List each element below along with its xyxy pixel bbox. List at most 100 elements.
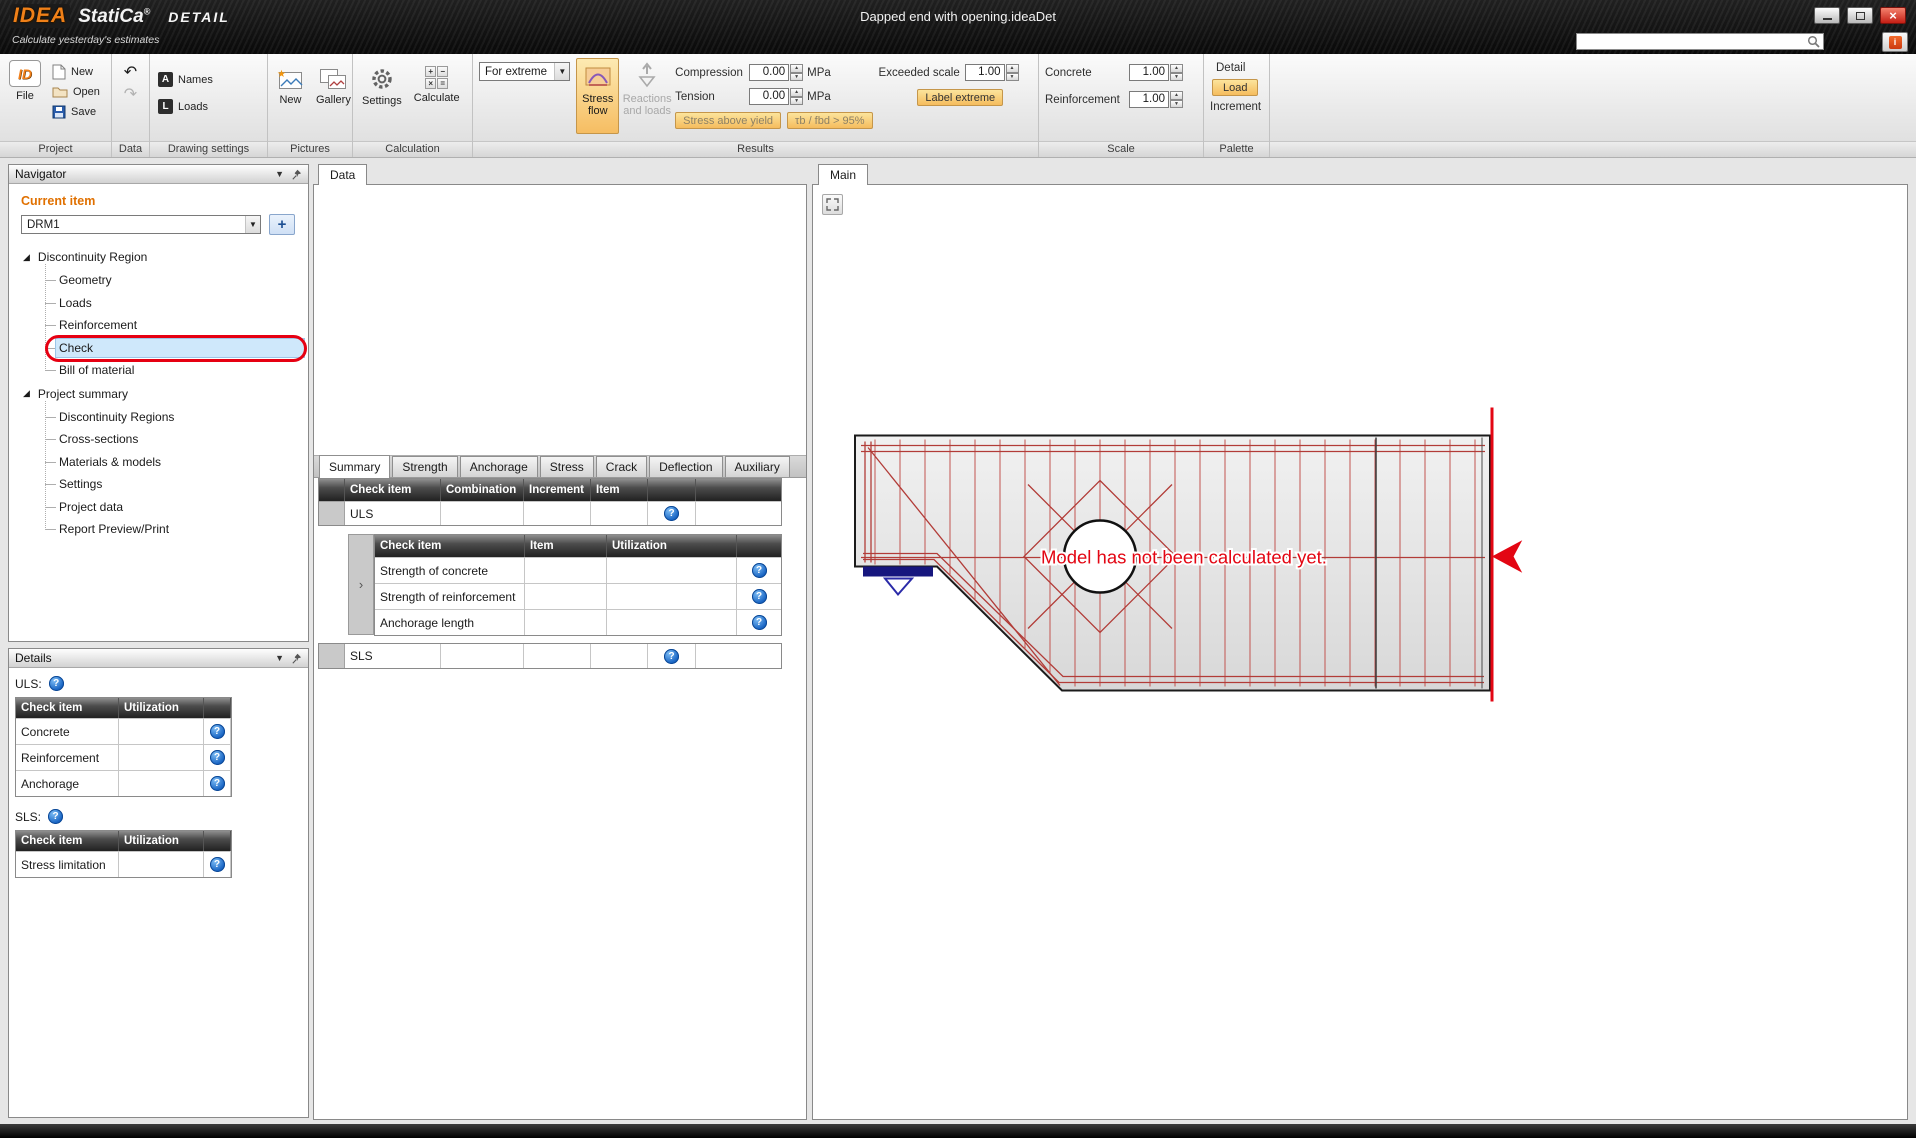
sls-row[interactable]: SLS bbox=[345, 644, 441, 668]
tree-item-materials-models[interactable]: Materials & models bbox=[9, 451, 308, 474]
tab-strength[interactable]: Strength bbox=[392, 456, 457, 477]
tree-item-discontinuity-regions[interactable]: Discontinuity Regions bbox=[9, 406, 308, 429]
uls-row[interactable]: ULS bbox=[345, 501, 441, 525]
help-icon[interactable]: ? bbox=[210, 750, 225, 765]
help-icon[interactable]: ? bbox=[210, 857, 225, 872]
stress-flow-toggle[interactable]: Stress flow bbox=[576, 58, 619, 134]
tree-item-report-preview-print[interactable]: Report Preview/Print bbox=[9, 518, 308, 541]
table-row[interactable]: Strength of concrete bbox=[375, 557, 525, 583]
reinforcement-scale-stepper[interactable]: 1.00▲▼ bbox=[1129, 91, 1183, 108]
help-icon[interactable]: ? bbox=[664, 506, 679, 521]
settings-button[interactable]: Settings bbox=[359, 64, 405, 137]
names-icon: A bbox=[158, 72, 173, 87]
undo-icon[interactable]: ↶ bbox=[119, 64, 143, 82]
details-collapse-icon[interactable]: ▼ bbox=[275, 653, 284, 663]
tab-auxiliary[interactable]: Auxiliary bbox=[725, 456, 790, 477]
help-icon[interactable]: ? bbox=[48, 809, 63, 824]
tree-item-cross-sections[interactable]: Cross-sections bbox=[9, 428, 308, 451]
names-toggle[interactable]: A Names bbox=[156, 70, 215, 89]
row-expander[interactable]: › bbox=[348, 534, 374, 635]
reactions-loads-toggle[interactable]: Reactions and loads bbox=[625, 58, 669, 134]
palette-load-option[interactable]: Load bbox=[1212, 79, 1258, 96]
details-pin-icon[interactable] bbox=[292, 653, 302, 664]
new-project-button[interactable]: New bbox=[50, 62, 102, 81]
help-icon[interactable]: ? bbox=[210, 776, 225, 791]
table-row[interactable]: Strength of reinforcement bbox=[375, 583, 525, 609]
info-button[interactable]: i bbox=[1882, 32, 1908, 52]
extreme-dropdown-value: For extreme bbox=[480, 66, 554, 78]
exceeded-scale-stepper[interactable]: 1.00▲▼ bbox=[965, 64, 1019, 81]
add-item-button[interactable]: + bbox=[269, 214, 295, 235]
help-icon[interactable]: ? bbox=[752, 615, 767, 630]
tab-deflection[interactable]: Deflection bbox=[649, 456, 722, 477]
tree-section-project-summary[interactable]: ◢ Project summary bbox=[9, 382, 308, 406]
palette-increment-option[interactable]: Increment bbox=[1210, 101, 1261, 113]
table-row[interactable]: Reinforcement bbox=[16, 744, 119, 770]
column-header bbox=[204, 831, 231, 851]
table-row[interactable]: Anchorage length bbox=[375, 609, 525, 635]
current-item-value: DRM1 bbox=[22, 219, 245, 231]
dropdown-arrow-icon: ▼ bbox=[245, 216, 260, 233]
sls-label: SLS: bbox=[15, 810, 41, 824]
table-row[interactable]: Stress limitation bbox=[16, 851, 119, 877]
search-input[interactable] bbox=[1577, 35, 1807, 48]
group-label-calculation: Calculation bbox=[353, 141, 472, 157]
tab-main[interactable]: Main bbox=[818, 164, 868, 185]
file-button[interactable]: ID File bbox=[6, 58, 44, 137]
tab-anchorage[interactable]: Anchorage bbox=[460, 456, 538, 477]
tree-section-discontinuity-region[interactable]: ◢ Discontinuity Region bbox=[9, 245, 308, 269]
fit-view-button[interactable] bbox=[822, 194, 843, 215]
tab-summary[interactable]: Summary bbox=[319, 455, 390, 478]
tree-item-project-data[interactable]: Project data bbox=[9, 496, 308, 519]
tension-label: Tension bbox=[675, 91, 745, 103]
ribbon-group-results: For extreme ▼ Stress flow Reactions and … bbox=[473, 54, 1039, 157]
tree-item-settings[interactable]: Settings bbox=[9, 473, 308, 496]
palette-detail-option[interactable]: Detail bbox=[1210, 62, 1245, 74]
extreme-dropdown[interactable]: For extreme ▼ bbox=[479, 62, 570, 81]
reinforcement-spin-icons[interactable]: ▲▼ bbox=[1170, 91, 1183, 108]
tree-item-loads[interactable]: Loads bbox=[9, 292, 308, 315]
open-project-button[interactable]: Open bbox=[50, 82, 102, 101]
tree-item-check[interactable]: Check bbox=[9, 337, 308, 360]
calculate-button[interactable]: +−×= Calculate bbox=[411, 64, 463, 137]
minimize-button[interactable] bbox=[1814, 7, 1840, 24]
table-row[interactable]: Anchorage bbox=[16, 770, 119, 796]
tension-spin-icons[interactable]: ▲▼ bbox=[790, 88, 803, 105]
gallery-button[interactable]: Gallery bbox=[313, 66, 354, 137]
table-row[interactable]: Concrete bbox=[16, 718, 119, 744]
concrete-scale-stepper[interactable]: 1.00▲▼ bbox=[1129, 64, 1183, 81]
help-icon[interactable]: ? bbox=[752, 589, 767, 604]
tension-stepper[interactable]: 0.00▲▼ bbox=[749, 88, 803, 105]
structure-drawing-canvas[interactable]: Model has not been calculated yet. bbox=[813, 185, 1907, 1119]
tab-data[interactable]: Data bbox=[318, 164, 367, 185]
maximize-button[interactable] bbox=[1847, 7, 1873, 24]
compression-spin-icons[interactable]: ▲▼ bbox=[790, 64, 803, 81]
current-item-dropdown[interactable]: DRM1 ▼ bbox=[21, 215, 261, 234]
navigator-collapse-icon[interactable]: ▼ bbox=[275, 169, 284, 179]
help-icon[interactable]: ? bbox=[664, 649, 679, 664]
tab-stress[interactable]: Stress bbox=[540, 456, 594, 477]
navigator-pin-icon[interactable] bbox=[292, 169, 302, 180]
maximize-icon bbox=[1856, 12, 1865, 20]
tab-crack[interactable]: Crack bbox=[596, 456, 647, 477]
tree-item-geometry[interactable]: Geometry bbox=[9, 269, 308, 292]
title-bar: IDEA StatiCa® DETAIL Dapped end with ope… bbox=[0, 0, 1916, 54]
loads-toggle[interactable]: L Loads bbox=[156, 97, 215, 116]
help-icon[interactable]: ? bbox=[210, 724, 225, 739]
stress-above-yield-toggle[interactable]: Stress above yield bbox=[675, 112, 781, 129]
compression-stepper[interactable]: 0.00▲▼ bbox=[749, 64, 803, 81]
details-panel: Details ▼ ULS:? Check item Utilization C… bbox=[8, 648, 309, 1118]
picture-new-button[interactable]: ★ New bbox=[274, 66, 307, 137]
tree-item-bill-of-material[interactable]: Bill of material bbox=[9, 359, 308, 382]
close-button[interactable]: × bbox=[1880, 7, 1906, 24]
help-icon[interactable]: ? bbox=[752, 563, 767, 578]
label-extreme-toggle[interactable]: Label extreme bbox=[917, 89, 1003, 106]
redo-icon[interactable]: ↷ bbox=[119, 86, 143, 104]
concrete-spin-icons[interactable]: ▲▼ bbox=[1170, 64, 1183, 81]
help-icon[interactable]: ? bbox=[49, 676, 64, 691]
exceeded-scale-spin-icons[interactable]: ▲▼ bbox=[1006, 64, 1019, 81]
product-name: DETAIL bbox=[168, 9, 230, 25]
save-project-button[interactable]: Save bbox=[50, 102, 102, 121]
bond-check-toggle[interactable]: τb / fbd > 95% bbox=[787, 112, 872, 129]
tree-item-reinforcement[interactable]: Reinforcement bbox=[9, 314, 308, 337]
